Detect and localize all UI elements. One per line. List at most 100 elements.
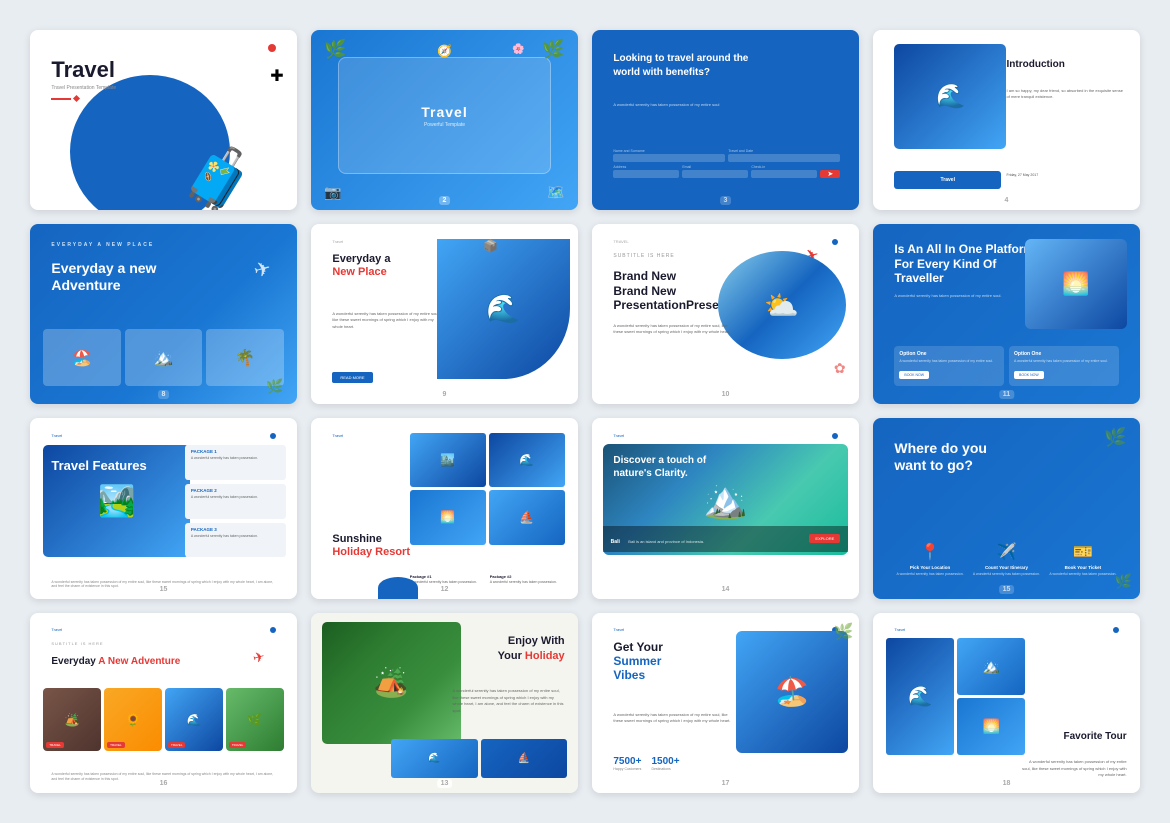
slide16-photo-br: 🌅	[957, 698, 1025, 755]
slide-4[interactable]: Travel 🌊 Travel Introduction I am so hap…	[873, 30, 1140, 210]
slide-10[interactable]: Travel 🏙️ 🌊 🌅 ⛵ Sunshine Holiday Resort …	[311, 418, 578, 598]
slide8-btn2[interactable]: BOOK NOW	[1014, 371, 1044, 379]
slide14-title: Enjoy With Your Holiday	[498, 634, 565, 663]
slide6-label: Travel	[332, 239, 343, 244]
slide8-number: 11	[999, 390, 1014, 399]
slide11-label: Travel	[613, 433, 624, 438]
slide5-label: EVERYDAY A NEW PLACE	[51, 242, 154, 248]
slide2-title: Travel	[421, 104, 467, 120]
deco-flower: 🌸	[512, 44, 524, 55]
slide12-number: 15	[999, 585, 1015, 594]
slide15-label: Travel	[613, 627, 624, 632]
deco-camera: 📷	[324, 184, 341, 201]
slide5-number: 8	[158, 390, 170, 399]
slide7-dot	[832, 239, 838, 245]
slide10-label: Travel	[332, 433, 343, 438]
slide14-main-photo: 🏕️	[322, 622, 461, 745]
slide4-brand: Travel	[941, 177, 955, 183]
slide16-title: Favorite Tour	[1064, 731, 1127, 742]
slide1-title: Travel	[51, 57, 116, 83]
slide6-number: 9	[439, 390, 451, 399]
slide3-subtitle: A wonderful serenity has taken possessio…	[613, 102, 773, 107]
slide16-dot	[1113, 627, 1119, 633]
slide-11[interactable]: Travel 🏔️ Discover a touch of nature's C…	[592, 418, 859, 598]
slide1-subtitle: Travel Presentation Template	[51, 85, 116, 91]
deco-passport: 🗺️	[547, 184, 564, 201]
slide3-number: 3	[720, 196, 732, 205]
slide10-pkg2: Package #2	[490, 574, 565, 579]
slide8-photo: 🌅	[1025, 239, 1126, 329]
slide11-bar: Bali Bali is an island and province of I…	[603, 526, 849, 552]
slide2-subtitle: Powerful Template	[421, 122, 467, 128]
slide4-footer: Friday, 27 May 2017	[1007, 173, 1127, 178]
slide4-title: Introduction	[1007, 59, 1127, 70]
slide8-btn1[interactable]: BOOK NOW	[899, 371, 929, 379]
slide12-deco-leaf: 🌿	[1104, 427, 1126, 448]
slide9-dot	[270, 433, 276, 439]
slide-5[interactable]: EVERYDAY A NEW PLACE Everyday a new Adve…	[30, 224, 297, 404]
slide-7[interactable]: Travel SUBTITLE IS HERE Brand NewBrand N…	[592, 224, 859, 404]
slide11-explore-btn[interactable]: EXPLORE	[809, 534, 840, 543]
slide4-text: I am so happy, my dear friend, so absorb…	[1007, 88, 1127, 101]
slide-14[interactable]: 🏕️ Enjoy With Your Holiday A wonderful s…	[311, 613, 578, 793]
slide8-desc: A wonderful serenity has taken possessio…	[894, 293, 1041, 298]
slide12-icons: 📍 Pick Your Location A wonderful serenit…	[894, 542, 1118, 577]
slide10-pkg1: Package #1	[410, 574, 485, 579]
slide-16[interactable]: Travel 🌊 🏔️ 🌅 Favorite Tour A wonderful …	[873, 613, 1140, 793]
slide5-leaf: 🌿	[266, 378, 283, 395]
slide15-stat2-num: 1500+	[651, 756, 679, 767]
slide-15[interactable]: Travel Get Your Summer Vibes A wonderful…	[592, 613, 859, 793]
slides-grid: Travel Travel Presentation Template 🧳 ✚ …	[30, 30, 1140, 793]
slide14-number: 13	[437, 779, 453, 788]
slide4-blue-bar: Travel	[894, 171, 1001, 189]
slide16-desc: A wonderful serenity has taken possessio…	[1020, 759, 1127, 778]
slide15-stats: 7500+ Happy Customers 1500+ Destinations	[613, 756, 679, 771]
slide8-title: Is An All In One Platform For Every Kind…	[894, 242, 1041, 285]
deco-compass: 🧭	[437, 44, 452, 58]
slide3-title: Looking to travel around the world with …	[613, 52, 773, 80]
slide4-number: 4	[1001, 196, 1013, 205]
slide10-title: Sunshine Holiday Resort	[332, 533, 410, 559]
slide10-photos: 🏙️ 🌊 🌅 ⛵	[410, 433, 565, 545]
slide6-btn[interactable]: READ MORE	[332, 372, 372, 383]
slide6-deco-icon: 📦	[483, 239, 498, 253]
slide-2[interactable]: Travel Powerful Template 🌿 🌿 📷 🗺️ 🧭 🌸 2	[311, 30, 578, 210]
slide16-number: 18	[999, 779, 1015, 788]
slide9-number: 15	[156, 585, 172, 594]
slide-1[interactable]: Travel Travel Presentation Template 🧳 ✚ …	[30, 30, 297, 210]
slide-8[interactable]: Is An All In One Platform For Every Kind…	[873, 224, 1140, 404]
slide13-label: Travel	[51, 627, 62, 632]
slide13-photos: 🏕️ TRAVEL 🌻 TRAVEL 🌊 TRAVEL 🌿 TRAVEL	[43, 688, 283, 751]
slide-6[interactable]: Travel Everyday a New Place A wonderful …	[311, 224, 578, 404]
slide5-title: Everyday a new Adventure	[51, 260, 211, 294]
slide6-desc: A wonderful serenity has taken possessio…	[332, 311, 444, 330]
slide-9[interactable]: Travel 🏞️ Travel Features PACKAGE 1 A wo…	[30, 418, 297, 598]
slide-13[interactable]: Travel SUBTITLE IS HERE Everyday A New A…	[30, 613, 297, 793]
slide15-number: 17	[718, 779, 734, 788]
slide12-itinerary-icon: ✈️	[971, 542, 1042, 562]
slide5-deco: ✈	[251, 255, 274, 283]
slide12-title: Where do you want to go?	[894, 440, 1014, 474]
slide-3[interactable]: Looking to travel around the world with …	[592, 30, 859, 210]
slide8-options: Option One A wonderful serenity has take…	[894, 346, 1118, 386]
slide14-small-photos: 🌊 ⛵	[391, 739, 567, 779]
slide-12[interactable]: Where do you want to go? 📍 Pick Your Loc…	[873, 418, 1140, 598]
slide6-title: Everyday a New Place	[332, 253, 390, 279]
deco-leaf-tl: 🌿	[324, 39, 346, 60]
slide16-photos: 🌊 🏔️ 🌅	[886, 638, 1025, 755]
slide12-location-icon: 📍	[894, 542, 965, 562]
slide10-number: 12	[437, 585, 453, 594]
slide11-dot	[832, 433, 838, 439]
slide5-photos: 🏖️ 🏔️ 🌴	[43, 329, 283, 387]
slide15-leaf: 🌿	[834, 622, 854, 642]
slide7-label: Travel	[613, 239, 628, 244]
slide15-desc: A wonderful serenity has taken possessio…	[613, 712, 733, 724]
slide2-number: 2	[439, 196, 451, 205]
slide12-icon3: 🎫 Book Your Ticket A wonderful serenity …	[1047, 542, 1118, 577]
slide16-label: Travel	[894, 627, 905, 632]
slide13-sublabel: SUBTITLE IS HERE	[51, 641, 103, 646]
slide9-pkg3-title: PACKAGE 3	[191, 527, 280, 532]
deco-leaf-tr: 🌿	[542, 39, 564, 60]
slide12-deco-leaf2: 🌿	[1115, 573, 1132, 590]
slide7-title: Brand NewBrand New PresentationPresentat…	[613, 269, 733, 312]
